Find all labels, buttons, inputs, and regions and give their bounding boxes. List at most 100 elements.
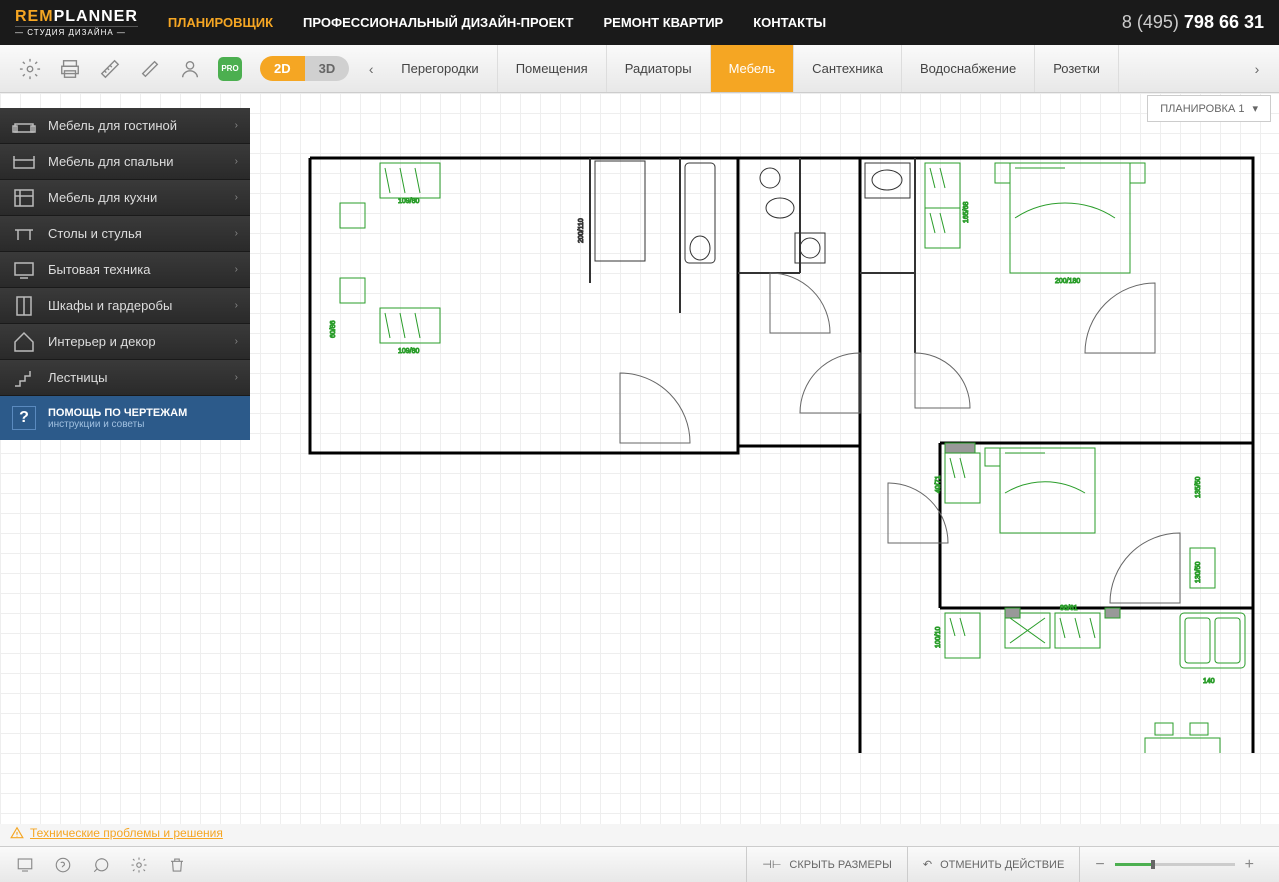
svg-text:130/50: 130/50 xyxy=(1195,561,1202,583)
tab-furniture[interactable]: Мебель xyxy=(711,45,795,92)
chevron-right-icon: › xyxy=(235,372,238,383)
logo-subtitle: — СТУДИЯ ДИЗАЙНА — xyxy=(15,26,138,37)
undo-icon: ↶ xyxy=(923,858,932,871)
tab-plumbing[interactable]: Сантехника xyxy=(794,45,902,92)
bottom-bar: ⊣⊢ СКРЫТЬ РАЗМЕРЫ ↶ ОТМЕНИТЬ ДЕЙСТВИЕ − … xyxy=(0,846,1279,882)
chevron-right-icon: › xyxy=(235,336,238,347)
phone-number: 8 (495) 798 66 31 xyxy=(1122,12,1264,33)
nav-contacts[interactable]: КОНТАКТЫ xyxy=(753,15,826,30)
logo-rem: REM xyxy=(15,8,54,25)
logo-text: REMPLANNER xyxy=(15,8,138,26)
svg-text:200/110: 200/110 xyxy=(578,218,585,243)
sidebar-item-stairs[interactable]: Лестницы› xyxy=(0,360,250,396)
logo-planner: PLANNER xyxy=(54,8,138,25)
sofa-icon xyxy=(12,114,36,138)
sidebar-item-kitchen[interactable]: Мебель для кухни› xyxy=(0,180,250,216)
help-text: ПОМОЩЬ ПО ЧЕРТЕЖАМ инструкции и советы xyxy=(48,407,187,430)
svg-text:60/86: 60/86 xyxy=(330,320,337,338)
chevron-right-icon: › xyxy=(235,300,238,311)
zoom-out-button[interactable]: − xyxy=(1095,856,1104,874)
settings-icon[interactable] xyxy=(16,55,44,83)
sidebar-label: Мебель для спальни xyxy=(48,154,235,169)
nav-renovation[interactable]: РЕМОНТ КВАРТИР xyxy=(603,15,723,30)
sidebar-item-living[interactable]: Мебель для гостиной› xyxy=(0,108,250,144)
sidebar-item-decor[interactable]: Интерьер и декор› xyxy=(0,324,250,360)
ruler-small-icon: ⊣⊢ xyxy=(762,858,781,871)
sidebar-label: Бытовая техника xyxy=(48,262,235,277)
chevron-right-icon: › xyxy=(235,264,238,275)
kitchen-icon xyxy=(12,186,36,210)
hide-dims-label: СКРЫТЬ РАЗМЕРЫ xyxy=(789,859,891,871)
pro-badge[interactable]: PRO xyxy=(218,57,242,81)
tab-walls[interactable]: Перегородки xyxy=(383,45,497,92)
chevron-right-icon: › xyxy=(235,120,238,131)
layout-selector-label: ПЛАНИРОВКА 1 xyxy=(1160,103,1244,115)
scroll-right-icon[interactable]: › xyxy=(1245,49,1269,89)
undo-label: ОТМЕНИТЬ ДЕЙСТВИЕ xyxy=(940,859,1064,871)
chevron-right-icon: › xyxy=(235,228,238,239)
svg-text:100/10: 100/10 xyxy=(935,626,942,648)
tv-icon xyxy=(12,258,36,282)
category-tabs: Перегородки Помещения Радиаторы Мебель С… xyxy=(383,45,1245,92)
view-3d-button[interactable]: 3D xyxy=(305,56,350,81)
sidebar-label: Интерьер и декор xyxy=(48,334,235,349)
tools-icon[interactable] xyxy=(136,55,164,83)
tech-problems-link[interactable]: Технические проблемы и решения xyxy=(10,826,223,840)
help-title: ПОМОЩЬ ПО ЧЕРТЕЖАМ xyxy=(48,407,187,419)
sidebar: Мебель для гостиной› Мебель для спальни›… xyxy=(0,108,250,440)
nav-design-project[interactable]: ПРОФЕССИОНАЛЬНЫЙ ДИЗАЙН-ПРОЕКТ xyxy=(303,15,573,30)
header: REMPLANNER — СТУДИЯ ДИЗАЙНА — ПЛАНИРОВЩИ… xyxy=(0,0,1279,45)
svg-text:109/80: 109/80 xyxy=(398,198,420,205)
layout-selector[interactable]: ПЛАНИРОВКА 1 ▾ xyxy=(1147,95,1271,122)
ruler-icon[interactable] xyxy=(96,55,124,83)
phone-main: 798 66 31 xyxy=(1184,12,1264,32)
sidebar-label: Лестницы xyxy=(48,370,235,385)
scroll-left-icon[interactable]: ‹ xyxy=(359,49,383,89)
phone-prefix: 8 (495) xyxy=(1122,12,1179,32)
nav-planner[interactable]: ПЛАНИРОВЩИК xyxy=(168,15,273,30)
hide-dimensions-button[interactable]: ⊣⊢ СКРЫТЬ РАЗМЕРЫ xyxy=(746,847,907,882)
gear-icon[interactable] xyxy=(124,850,154,880)
help-icon[interactable] xyxy=(48,850,78,880)
svg-text:40/71: 40/71 xyxy=(935,475,942,493)
home-icon xyxy=(12,330,36,354)
sidebar-item-tables[interactable]: Столы и стулья› xyxy=(0,216,250,252)
person-icon[interactable] xyxy=(176,55,204,83)
tab-sockets[interactable]: Розетки xyxy=(1035,45,1119,92)
svg-text:109/80: 109/80 xyxy=(398,348,420,355)
sidebar-item-appliances[interactable]: Бытовая техника› xyxy=(0,252,250,288)
sidebar-label: Столы и стулья xyxy=(48,226,235,241)
trash-icon[interactable] xyxy=(162,850,192,880)
tab-rooms[interactable]: Помещения xyxy=(498,45,607,92)
chat-icon[interactable] xyxy=(86,850,116,880)
sidebar-item-wardrobes[interactable]: Шкафы и гардеробы› xyxy=(0,288,250,324)
warning-icon xyxy=(10,826,24,840)
sidebar-help[interactable]: ? ПОМОЩЬ ПО ЧЕРТЕЖАМ инструкции и советы xyxy=(0,396,250,440)
zoom-slider[interactable] xyxy=(1115,863,1235,866)
svg-text:140: 140 xyxy=(1203,678,1215,685)
question-icon: ? xyxy=(12,406,36,430)
screen-icon[interactable] xyxy=(10,850,40,880)
toolbar: PRO 2D 3D ‹ Перегородки Помещения Радиат… xyxy=(0,45,1279,93)
sidebar-item-bedroom[interactable]: Мебель для спальни› xyxy=(0,144,250,180)
tab-radiators[interactable]: Радиаторы xyxy=(607,45,711,92)
svg-text:135/50: 135/50 xyxy=(1195,476,1202,498)
sidebar-label: Мебель для гостиной xyxy=(48,118,235,133)
svg-text:165/68: 165/68 xyxy=(963,201,970,223)
tab-water[interactable]: Водоснабжение xyxy=(902,45,1035,92)
zoom-in-button[interactable]: + xyxy=(1245,856,1254,874)
chevron-down-icon: ▾ xyxy=(1252,102,1258,115)
wardrobe-icon xyxy=(12,294,36,318)
svg-text:88/61: 88/61 xyxy=(1060,605,1078,612)
header-nav: ПЛАНИРОВЩИК ПРОФЕССИОНАЛЬНЫЙ ДИЗАЙН-ПРОЕ… xyxy=(168,15,1122,30)
view-2d-button[interactable]: 2D xyxy=(260,56,305,81)
help-subtitle: инструкции и советы xyxy=(48,419,187,430)
sidebar-label: Шкафы и гардеробы xyxy=(48,298,235,313)
floorplan[interactable]: 109/80 109/80 60/86 200/110 165/68 xyxy=(300,153,1260,753)
tech-link-label: Технические проблемы и решения xyxy=(30,826,223,840)
print-icon[interactable] xyxy=(56,55,84,83)
bed-icon xyxy=(12,150,36,174)
view-toggle: 2D 3D xyxy=(260,56,349,81)
logo[interactable]: REMPLANNER — СТУДИЯ ДИЗАЙНА — xyxy=(15,8,138,37)
undo-button[interactable]: ↶ ОТМЕНИТЬ ДЕЙСТВИЕ xyxy=(907,847,1079,882)
